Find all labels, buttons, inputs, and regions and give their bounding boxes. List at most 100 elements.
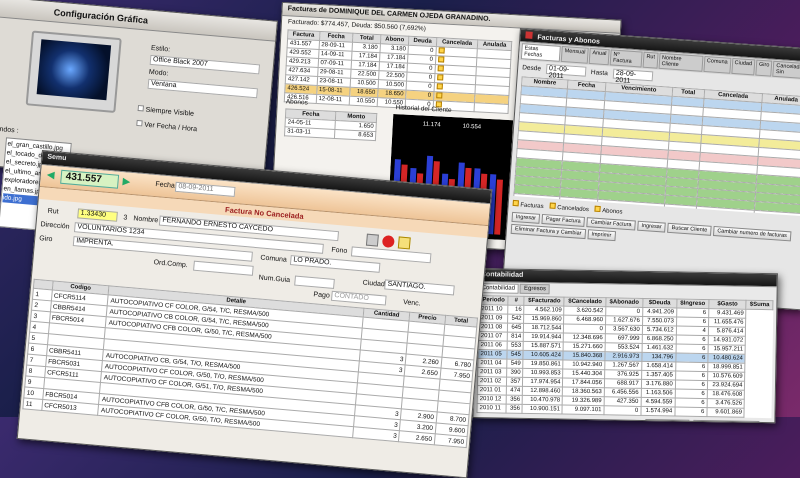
check-icon [438, 47, 445, 54]
table-cell: 1.574.994 [640, 406, 675, 417]
mode-label: Modo: [148, 68, 169, 78]
table-cell: 2.650 [398, 430, 435, 445]
next-arrow-icon[interactable]: ▶ [122, 176, 131, 188]
table-cell: 2011 08 [478, 322, 508, 333]
always-visible-checkbox[interactable]: Siempre Visible [137, 104, 194, 118]
nombre-label: Nombre [133, 215, 159, 225]
pago-select[interactable]: CONTADO [330, 290, 387, 306]
table-cell: 6 [674, 407, 707, 417]
rut-label: Rut [47, 207, 59, 216]
table-cell: 356 [506, 404, 523, 414]
table-cell: 356 [506, 395, 523, 405]
table-cell: 10.900.151 [522, 404, 563, 415]
invoice-number: 431.557 [60, 169, 120, 189]
style-label: Estilo: [150, 44, 171, 54]
table-cell: 2011 09 [478, 313, 509, 324]
table-cell: 2011 07 [478, 331, 508, 342]
table-cell: 2010 11 [476, 403, 507, 414]
rut-input[interactable]: 1.33430 [77, 208, 118, 222]
filter-checkbox[interactable]: Facturas [512, 199, 544, 211]
mode-select[interactable]: Ventana [147, 78, 258, 99]
table-cell: 549 [507, 359, 524, 369]
filter-label: Facturas [518, 202, 544, 211]
tab-1[interactable]: Mensual [560, 45, 589, 64]
table-cell: 0 [603, 405, 641, 416]
tab-2[interactable]: Anual [588, 47, 610, 66]
notes-icon[interactable] [397, 236, 411, 250]
print-icon[interactable] [365, 233, 379, 247]
check-icon [435, 92, 443, 99]
tab-8[interactable]: Giro [755, 59, 773, 77]
backgrounds-label: Fondos : [0, 125, 19, 135]
fecha-label: Fecha [584, 419, 602, 424]
table-cell: 390 [506, 368, 524, 378]
table-cell: 16 [508, 305, 525, 315]
nav-arrow-icon[interactable]: ◀ [46, 170, 55, 182]
tab-egresos[interactable]: Egresos [519, 283, 551, 295]
desde-input[interactable]: 01-09-2011 [545, 63, 587, 80]
filter-label: Cancelados [555, 204, 590, 214]
check-icon [436, 74, 444, 81]
chart-data-label: 11.174 [423, 122, 442, 129]
tab-5[interactable]: Nombre Cliente [658, 52, 704, 72]
venc-label: Venc. [402, 299, 421, 308]
num-guia-input[interactable] [294, 275, 335, 289]
giro-label: Giro [38, 235, 53, 244]
facturas-grid[interactable]: Nombre Fecha Vencimiento Total Cancelada… [513, 76, 800, 217]
column-header[interactable]: # [508, 296, 525, 306]
tab-6[interactable]: Comuna [703, 55, 731, 74]
abonos-table: Fecha Monto 24-05-11 1.650 31-03-11 8.653 [283, 108, 378, 142]
comuna-label: Comuna [260, 254, 288, 264]
abonos-label: Abonos [285, 98, 308, 107]
load-data-button[interactable]: Cargar Datos [645, 419, 690, 424]
table-cell: 8.653 [334, 129, 376, 141]
chart-data-label: 10.554 [463, 124, 482, 131]
desde-label: Desde [522, 63, 542, 73]
table-cell: 474 [506, 386, 523, 396]
fecha-input[interactable]: 08-09-2011 [174, 181, 236, 197]
fono-label: Fono [331, 246, 348, 255]
show-date-checkbox[interactable]: Ver Fecha / Hora [136, 119, 197, 133]
periodo-label: Periodo [477, 418, 499, 424]
filter-label: Abonos [600, 208, 623, 216]
ord-comp-input[interactable] [193, 260, 254, 276]
ord-comp-label: Ord.Comp. [153, 259, 189, 270]
facturas-abonos-window: Facturas y Abonos Estas Fechas Mensual Anu… [501, 28, 800, 311]
table-cell: 545 [507, 350, 524, 360]
tab-4[interactable]: Rut [642, 51, 659, 69]
filter-checkbox[interactable]: Cancelados [549, 202, 590, 214]
tab-9[interactable]: Cancelada Sin [772, 60, 800, 80]
table-cell: 10.550 [349, 96, 378, 107]
ciudad-input[interactable]: SANTIAGO. [384, 279, 455, 296]
action-button[interactable]: Ingresar [637, 220, 666, 233]
export-button[interactable]: Exportar Contabilidad [693, 419, 760, 424]
action-button[interactable]: Imprimir [587, 229, 616, 242]
delete-icon[interactable] [381, 235, 395, 249]
filter-checkbox[interactable]: Abonos [594, 205, 623, 216]
action-button[interactable]: Pagar Factura [541, 214, 586, 227]
pago-label: Pago [313, 291, 331, 300]
action-button[interactable]: Ingresar [511, 211, 541, 224]
check-cell [474, 102, 509, 114]
column-header[interactable]: $Suma [746, 300, 773, 310]
table-cell: 2011 05 [477, 349, 508, 360]
rut-dv: 3 [123, 214, 128, 222]
table-cell: 2011 06 [478, 340, 508, 351]
table-cell: 9.097.101 [562, 405, 605, 415]
contabilidad-table[interactable]: Periodo # $Facturado $Cancelado $Abonado $Deu… [476, 295, 774, 419]
table-cell: 7.950 [434, 433, 468, 448]
periodo-select[interactable]: Semanal (ultimos 4 meses) [501, 417, 581, 424]
tab-7[interactable]: Ciudad [730, 57, 756, 76]
direccion-label: Dirección [40, 221, 70, 231]
table-cell: 12-08-11 [315, 94, 350, 106]
fecha-input[interactable]: 31-12-2011 [605, 419, 642, 424]
hasta-input[interactable]: 28-09-2011 [612, 68, 654, 85]
tab-3[interactable]: Nº Factura [609, 49, 643, 68]
hasta-label: Hasta [590, 68, 609, 77]
action-button[interactable]: Buscar Cliente [667, 222, 712, 236]
check-icon [437, 56, 445, 63]
tab-0[interactable]: Estas Fechas [520, 43, 562, 62]
table-cell: 645 [507, 323, 524, 333]
action-button[interactable]: Cambiar Factura [586, 217, 636, 231]
action-button[interactable]: Cambiar numero de facturas [712, 225, 792, 242]
